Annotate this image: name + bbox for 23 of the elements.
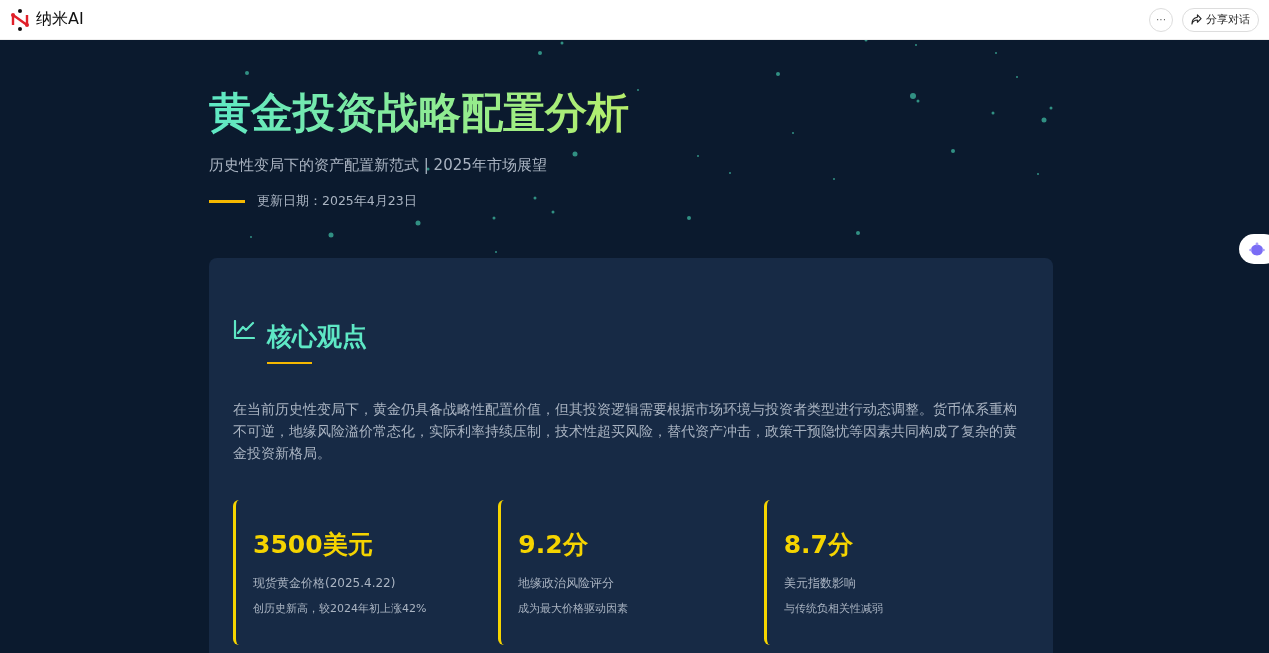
share-icon (1191, 14, 1202, 25)
more-button[interactable]: ··· (1149, 7, 1173, 32)
stat-label: 地缘政治风险评分 (518, 575, 616, 592)
accent-line (209, 200, 245, 203)
stat-note: 成为最大价格驱动因素 (518, 601, 630, 616)
stat-value: 3500美元 (253, 529, 374, 561)
summary-paragraph: 在当前历史性变局下，黄金仍具备战略性配置价值，但其投资逻辑需要根据市场环境与投资者类型进行动态调整。货币体系重构不可逆，地缘风险溢价常态化，实际利率持续压制，技术性超买风险，替代资产冲击，政策干预隐忧等因素共同构成了复杂的黄金投资新格局。 (233, 400, 1018, 463)
assistant-button[interactable] (1239, 234, 1269, 264)
stat-value: 8.7分 (783, 529, 854, 561)
update-date: 更新日期：2025年4月23日 (257, 193, 417, 210)
section-heading: 核心观点 (267, 321, 367, 353)
logo-icon (10, 8, 30, 31)
heading-underline (267, 362, 312, 364)
brand-name: 纳米AI (36, 9, 84, 30)
stat-label: 现货黄金价格(2025.4.22) (253, 575, 397, 592)
stat-label: 美元指数影响 (783, 575, 857, 592)
stat-note: 与传统负相关性减弱 (783, 601, 884, 616)
page-subtitle: 历史性变局下的资产配置新范式 | 2025年市场展望 (209, 156, 548, 175)
robot-icon (1249, 242, 1265, 256)
stat-note: 创历史新高，较2024年初上涨42% (253, 601, 428, 616)
line-chart-icon (233, 320, 255, 340)
stat-value: 9.2分 (518, 529, 589, 561)
share-button[interactable]: 分享对话 (1182, 7, 1259, 32)
